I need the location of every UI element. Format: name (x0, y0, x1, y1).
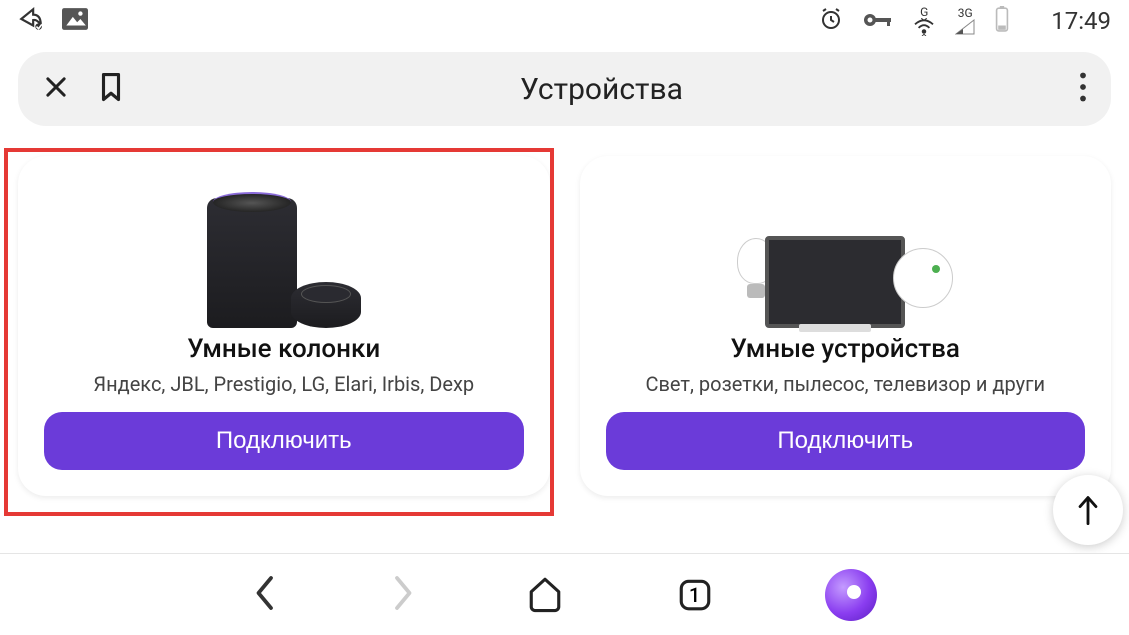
connect-button[interactable]: Подключить (44, 412, 524, 470)
tab-count: 1 (675, 575, 715, 615)
nav-forward-icon (389, 573, 415, 617)
status-bar: G 3G 17:49 (0, 0, 1129, 42)
scroll-top-button[interactable] (1053, 475, 1123, 545)
app-bar: Устройства (18, 52, 1111, 126)
card-smart-devices[interactable]: Умные устройства Свет, розетки, пылесос,… (580, 156, 1112, 506)
nav-alice-icon[interactable] (825, 569, 877, 621)
card-title: Умные устройства (731, 334, 960, 364)
battery-icon (995, 6, 1009, 37)
bookmark-icon[interactable] (98, 72, 124, 106)
card-title: Умные колонки (187, 334, 380, 364)
share-icon (18, 6, 44, 37)
alarm-icon (819, 7, 843, 36)
wifi-icon: G (913, 6, 935, 36)
nav-home-icon[interactable] (525, 573, 565, 617)
page-title: Устройства (124, 72, 1079, 107)
connect-button[interactable]: Подключить (606, 412, 1086, 470)
network-g-label: G (920, 6, 928, 18)
card-smart-speakers[interactable]: Умные колонки Яндекс, JBL, Prestigio, LG… (18, 156, 550, 506)
close-icon[interactable] (42, 73, 70, 105)
nav-tabs-icon[interactable]: 1 (675, 575, 715, 615)
card-subtitle: Яндекс, JBL, Prestigio, LG, Elari, Irbis… (93, 372, 474, 396)
clock: 17:49 (1051, 7, 1111, 35)
network-3g-label: 3G (958, 7, 973, 19)
image-icon (62, 8, 88, 35)
devices-illustration (737, 178, 953, 328)
content-area: Умные колонки Яндекс, JBL, Prestigio, LG… (0, 126, 1129, 506)
vpn-key-icon (863, 9, 893, 33)
signal-icon: 3G (955, 7, 975, 35)
nav-back-icon[interactable] (253, 573, 279, 617)
card-subtitle: Свет, розетки, пылесос, телевизор и друг… (645, 372, 1045, 396)
speakers-illustration (207, 178, 361, 328)
bottom-nav: 1 (0, 553, 1129, 635)
more-icon[interactable] (1079, 72, 1087, 106)
